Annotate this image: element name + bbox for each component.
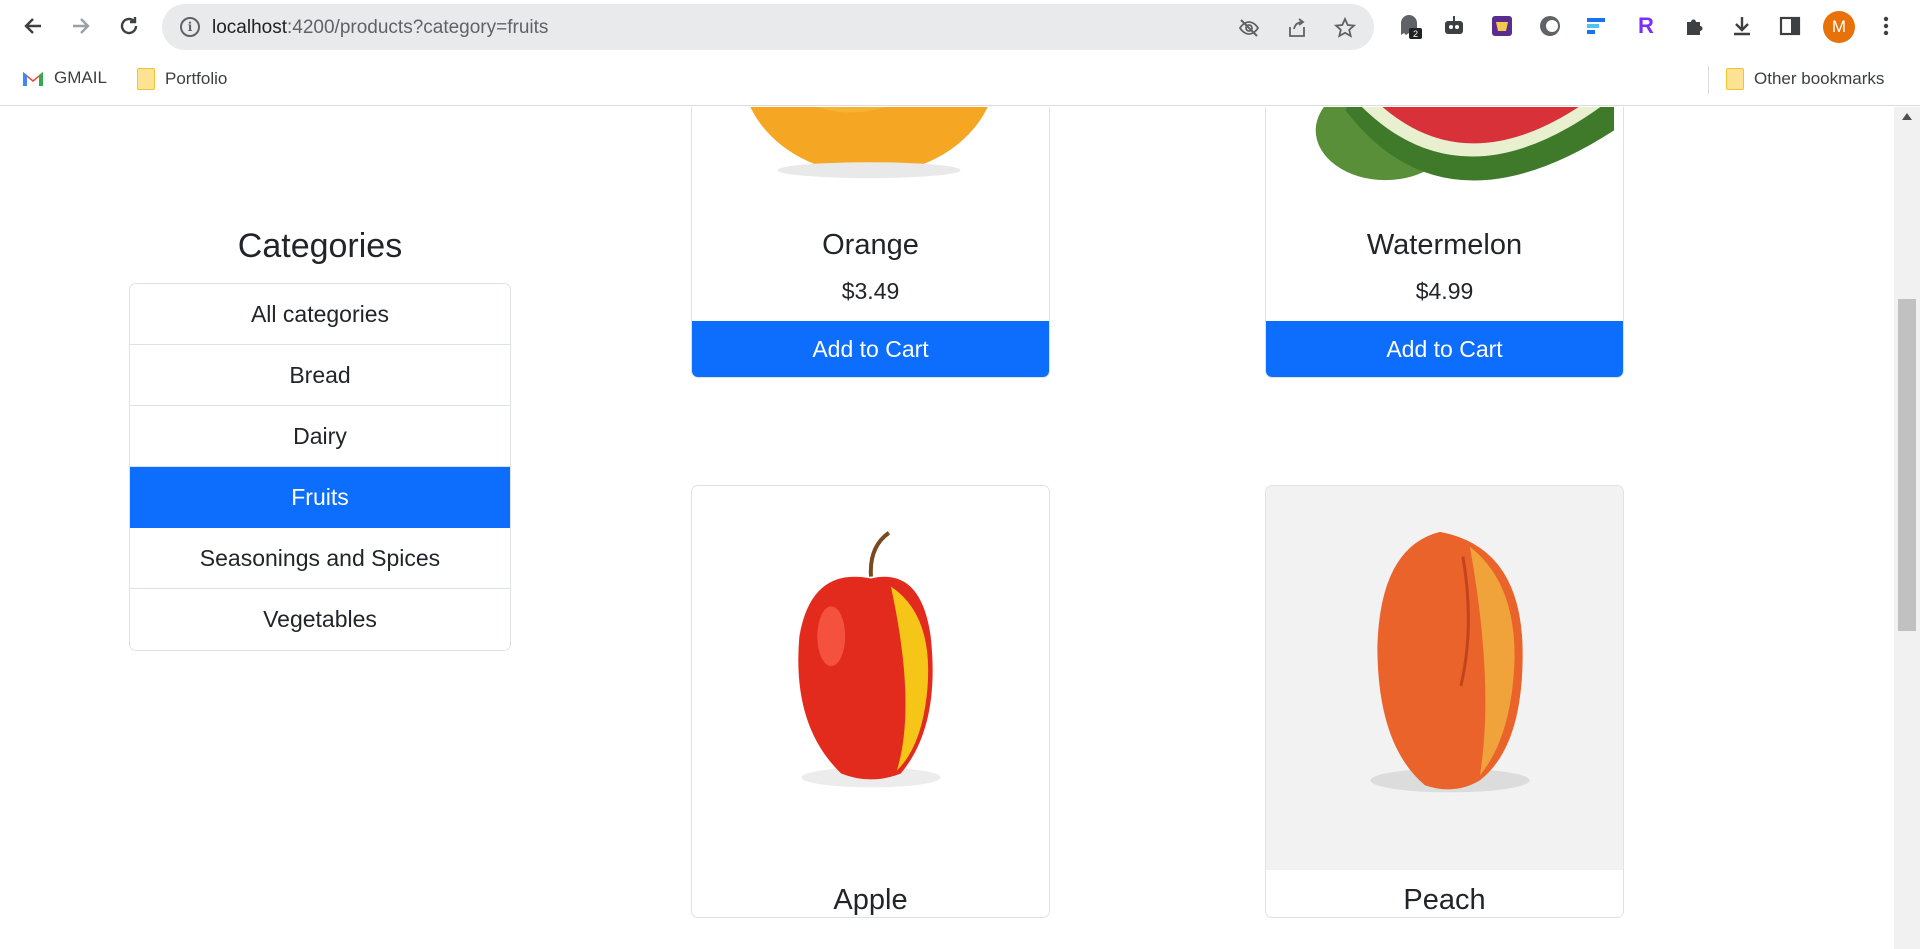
- gmail-icon: [23, 71, 43, 86]
- bookmark-portfolio[interactable]: Portfolio: [137, 68, 227, 90]
- product-name: Orange: [822, 229, 919, 261]
- address-bar[interactable]: i localhost:4200/products?category=fruit…: [162, 4, 1374, 50]
- bookmarks-divider: [1708, 66, 1709, 94]
- product-price: $3.49: [841, 278, 900, 304]
- forward-icon[interactable]: [64, 9, 98, 43]
- peach-image: [1266, 486, 1623, 870]
- scroll-up-arrow-icon[interactable]: [1902, 113, 1912, 120]
- page-scrollbar[interactable]: [1894, 107, 1920, 949]
- lines-extension-icon[interactable]: [1582, 12, 1610, 40]
- bookmark-gmail[interactable]: GMAIL: [22, 68, 107, 88]
- bookmark-star-icon[interactable]: [1332, 15, 1358, 41]
- product-name: Apple: [833, 884, 908, 916]
- site-info-icon[interactable]: i: [180, 17, 200, 37]
- categories-list: All categories Bread Dairy Fruits Season…: [129, 283, 511, 651]
- eye-off-icon[interactable]: [1236, 15, 1262, 41]
- r-extension-icon[interactable]: R: [1632, 12, 1660, 40]
- robot-extension-icon[interactable]: [1440, 12, 1468, 40]
- categories-title: Categories: [237, 227, 403, 265]
- puzzle-extensions-icon[interactable]: [1680, 12, 1708, 40]
- share-icon[interactable]: [1284, 15, 1310, 41]
- product-name: Peach: [1403, 884, 1486, 916]
- product-card-peach: Peach: [1265, 485, 1624, 918]
- orange-image: [692, 107, 1049, 215]
- category-fruits[interactable]: Fruits: [130, 467, 510, 528]
- folder-icon: [1726, 68, 1744, 90]
- category-vegetables[interactable]: Vegetables: [130, 589, 510, 650]
- category-dairy[interactable]: Dairy: [130, 406, 510, 467]
- purple-extension-icon[interactable]: [1488, 12, 1516, 40]
- menu-kebab-icon[interactable]: [1872, 12, 1900, 40]
- product-card-orange: Orange $3.49 Add to Cart: [691, 107, 1050, 378]
- reload-icon[interactable]: [112, 9, 146, 43]
- product-name: Watermelon: [1366, 229, 1523, 261]
- download-icon[interactable]: [1728, 12, 1756, 40]
- browser-toolbar: i localhost:4200/products?category=fruit…: [0, 0, 1920, 54]
- scroll-thumb[interactable]: [1898, 299, 1916, 631]
- c-extension-icon[interactable]: [1536, 12, 1564, 40]
- apple-image: [692, 486, 1049, 870]
- svg-text:2: 2: [1413, 29, 1418, 39]
- other-bookmarks-label: Other bookmarks: [1754, 69, 1885, 88]
- other-bookmarks[interactable]: Other bookmarks: [1726, 68, 1884, 90]
- bookmark-label: GMAIL: [54, 68, 107, 87]
- add-to-cart-button[interactable]: Add to Cart: [692, 321, 1049, 377]
- ghost-extension-icon[interactable]: 2: [1396, 12, 1424, 40]
- bookmark-label: Portfolio: [165, 69, 228, 88]
- bookmarks-bar: GMAIL Portfolio Other bookmarks: [0, 54, 1920, 106]
- product-price: $4.99: [1415, 278, 1474, 304]
- back-icon[interactable]: [16, 9, 50, 43]
- category-bread[interactable]: Bread: [130, 345, 510, 406]
- side-panel-icon[interactable]: [1776, 12, 1804, 40]
- folder-icon: [137, 68, 155, 90]
- url-text: localhost:4200/products?category=fruits: [212, 17, 549, 38]
- category-seasonings[interactable]: Seasonings and Spices: [130, 528, 510, 589]
- product-card-watermelon: Watermelon $4.99 Add to Cart: [1265, 107, 1624, 378]
- watermelon-image: [1266, 107, 1623, 215]
- add-to-cart-button[interactable]: Add to Cart: [1266, 321, 1623, 377]
- category-all[interactable]: All categories: [130, 284, 510, 345]
- page-viewport: Categories All categories Bread Dairy Fr…: [0, 107, 1920, 949]
- profile-avatar[interactable]: M: [1823, 11, 1855, 43]
- product-card-apple: Apple: [691, 485, 1050, 918]
